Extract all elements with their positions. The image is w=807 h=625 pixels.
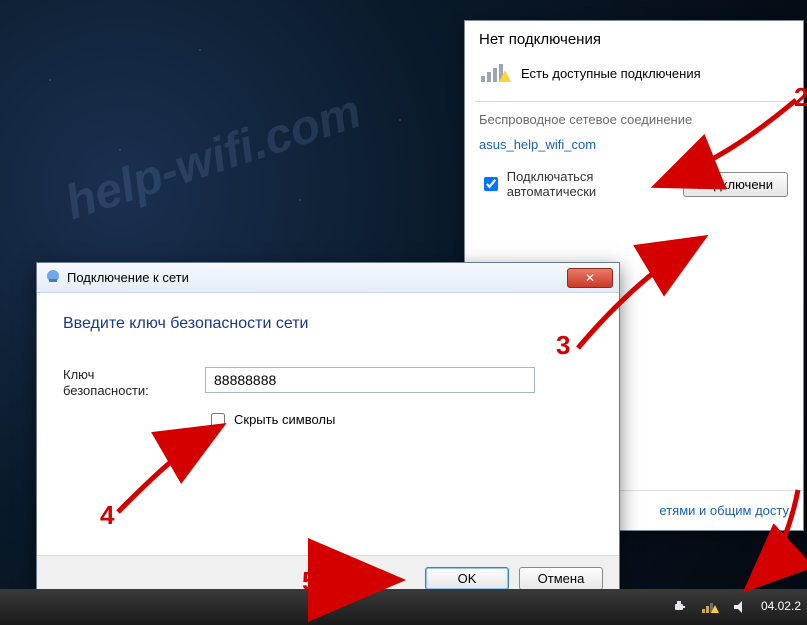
hide-chars-checkbox[interactable]: Скрыть символы [207, 410, 593, 430]
cancel-button[interactable]: Отмена [519, 567, 603, 590]
hide-chars-label: Скрыть символы [234, 412, 335, 427]
security-key-dialog: Подключение к сети ✕ Введите ключ безопа… [36, 262, 620, 602]
annotation-number-4: 4 [100, 500, 114, 531]
network-connect-row: Подключаться автоматически Подключени [465, 158, 803, 210]
network-name[interactable]: asus_help_wifi_com [465, 135, 803, 158]
auto-connect-label: Подключаться автоматически [507, 169, 683, 199]
wireless-section-label: Беспроводное сетевое соединение [465, 108, 803, 135]
connect-button[interactable]: Подключени [683, 172, 788, 197]
dialog-titlebar: Подключение к сети ✕ [37, 263, 619, 293]
separator [475, 101, 793, 102]
taskbar: 04.02.2 [0, 589, 807, 625]
dialog-icon [45, 268, 61, 287]
close-button[interactable]: ✕ [567, 268, 613, 288]
power-icon[interactable] [671, 598, 689, 616]
network-tray-icon[interactable] [701, 598, 719, 616]
volume-icon[interactable] [731, 598, 749, 616]
ok-button[interactable]: OK [425, 567, 509, 590]
security-key-label: Ключ безопасности: [63, 367, 183, 400]
connection-status-row: Есть доступные подключения [465, 52, 803, 101]
hide-chars-input[interactable] [211, 413, 225, 427]
annotation-number-3: 3 [556, 330, 570, 361]
dialog-title-text: Подключение к сети [67, 270, 189, 285]
taskbar-date[interactable]: 04.02.2 [761, 600, 801, 614]
watermark: help-wifi.com [59, 84, 368, 231]
annotation-number-2: 2 [794, 82, 807, 113]
auto-connect-checkbox[interactable]: Подключаться автоматически [480, 169, 683, 199]
security-key-input[interactable] [205, 367, 535, 393]
connection-status-text: Есть доступные подключения [521, 66, 701, 81]
annotation-number-5: 5 [302, 566, 316, 597]
signal-warning-icon [479, 60, 511, 87]
dialog-heading: Введите ключ безопасности сети [63, 315, 593, 333]
popup-title: Нет подключения [465, 21, 803, 52]
auto-connect-input[interactable] [484, 177, 498, 191]
